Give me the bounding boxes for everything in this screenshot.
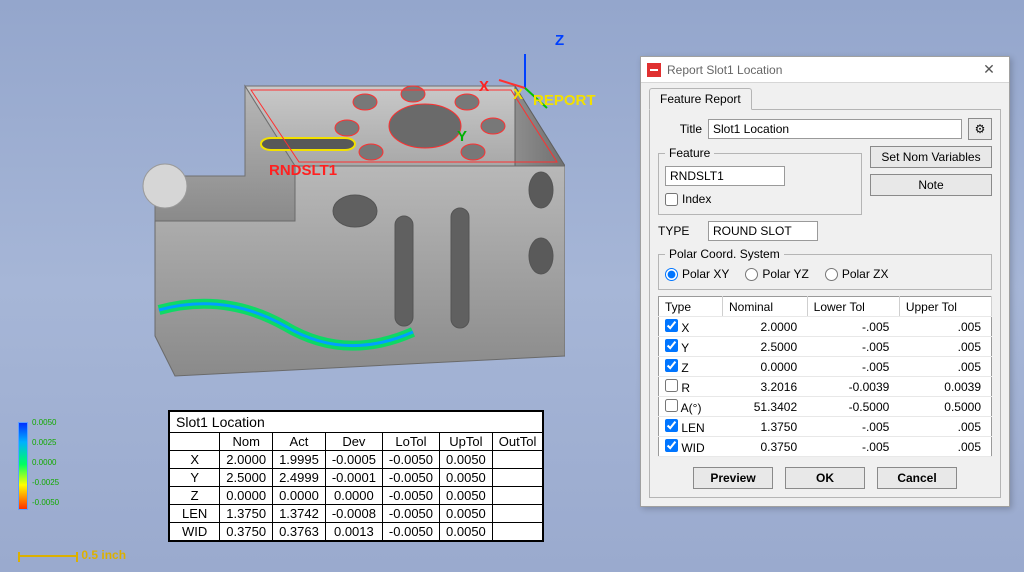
note-button[interactable]: Note xyxy=(870,174,992,196)
scale-label: 0.5 inch xyxy=(81,548,126,562)
polar-xy-label: Polar XY xyxy=(682,267,729,281)
tol-col-header: Lower Tol xyxy=(807,297,899,317)
table-row[interactable]: Z0.0000-.005.005 xyxy=(659,357,992,377)
table-row[interactable]: R3.2016-0.00390.0039 xyxy=(659,377,992,397)
cancel-button[interactable]: Cancel xyxy=(877,467,957,489)
report-dialog[interactable]: Report Slot1 Location ✕ Feature Report T… xyxy=(640,56,1010,507)
result-table: Slot1 Location NomActDevLoTolUpTolOutTol… xyxy=(168,410,544,542)
polar-yz-radio[interactable] xyxy=(745,268,758,281)
table-row[interactable]: WID0.3750-.005.005 xyxy=(659,437,992,457)
gear-button[interactable]: ⚙ xyxy=(968,118,992,140)
tol-col-header: Type xyxy=(659,297,723,317)
index-label: Index xyxy=(682,192,711,206)
gear-icon: ⚙ xyxy=(975,122,986,136)
result-col-header: Act xyxy=(273,433,326,451)
tol-row-checkbox[interactable] xyxy=(665,339,678,352)
polar-zx-label: Polar ZX xyxy=(842,267,889,281)
table-row[interactable]: Y2.5000-.005.005 xyxy=(659,337,992,357)
report-label: REPORT xyxy=(533,92,596,109)
feature-label-3d: RNDSLT1 xyxy=(269,162,337,179)
feature-input[interactable] xyxy=(665,166,785,186)
polar-yz-label: Polar YZ xyxy=(762,267,808,281)
tab-feature-report[interactable]: Feature Report xyxy=(649,88,752,110)
table-row[interactable]: A(°)51.3402-0.50000.5000 xyxy=(659,397,992,417)
feature-fieldset: Feature Index xyxy=(658,146,862,215)
preview-button[interactable]: Preview xyxy=(693,467,773,489)
polar-legend: Polar Coord. System xyxy=(665,247,784,261)
feature-legend: Feature xyxy=(665,146,714,160)
type-input[interactable] xyxy=(708,221,818,241)
polar-fieldset: Polar Coord. System Polar XY Polar YZ Po… xyxy=(658,247,992,290)
close-icon[interactable]: ✕ xyxy=(975,61,1003,78)
index-checkbox[interactable] xyxy=(665,193,678,206)
result-col-header: Dev xyxy=(325,433,382,451)
table-row: X2.00001.9995-0.0005-0.00500.0050 xyxy=(170,451,543,469)
part-3d: Z X X REPORT Y RNDSLT1 xyxy=(95,36,565,436)
tol-row-checkbox[interactable] xyxy=(665,319,678,332)
legend-tick: -0.0050 xyxy=(32,498,59,507)
set-nom-button[interactable]: Set Nom Variables xyxy=(870,146,992,168)
result-col-header: UpTol xyxy=(440,433,493,451)
legend-tick: 0.0050 xyxy=(32,418,56,427)
tol-row-checkbox[interactable] xyxy=(665,439,678,452)
type-label: TYPE xyxy=(658,224,702,238)
legend-tick: 0.0025 xyxy=(32,438,56,447)
tol-row-checkbox[interactable] xyxy=(665,399,678,412)
result-col-header: Nom xyxy=(220,433,273,451)
result-col-header: OutTol xyxy=(492,433,543,451)
axis-x2-label: X xyxy=(513,86,523,103)
table-row: WID0.37500.37630.0013-0.00500.0050 xyxy=(170,523,543,541)
result-table-title: Slot1 Location xyxy=(170,412,543,433)
polar-xy-radio[interactable] xyxy=(665,268,678,281)
table-row: Z0.00000.00000.0000-0.00500.0050 xyxy=(170,487,543,505)
result-col-header: LoTol xyxy=(382,433,439,451)
tolerance-table[interactable]: TypeNominalLower TolUpper Tol X2.0000-.0… xyxy=(658,296,992,457)
legend-tick: -0.0025 xyxy=(32,478,59,487)
result-col-header xyxy=(170,433,220,451)
table-row[interactable]: LEN1.3750-.005.005 xyxy=(659,417,992,437)
table-row: LEN1.37501.3742-0.0008-0.00500.0050 xyxy=(170,505,543,523)
app-icon xyxy=(647,63,661,77)
scale-bar: 0.5 inch xyxy=(18,548,126,562)
polar-zx-radio[interactable] xyxy=(825,268,838,281)
tol-col-header: Nominal xyxy=(723,297,808,317)
legend-tick: 0.0000 xyxy=(32,458,56,467)
axis-x-label: X xyxy=(479,78,489,95)
axis-y-label: Y xyxy=(457,128,467,145)
table-row: Y2.50002.4999-0.0001-0.00500.0050 xyxy=(170,469,543,487)
title-label: Title xyxy=(658,122,702,136)
dialog-title: Report Slot1 Location xyxy=(667,63,975,77)
tol-row-checkbox[interactable] xyxy=(665,359,678,372)
ok-button[interactable]: OK xyxy=(785,467,865,489)
dialog-titlebar[interactable]: Report Slot1 Location ✕ xyxy=(641,57,1009,83)
tol-row-checkbox[interactable] xyxy=(665,419,678,432)
axis-z-label: Z xyxy=(555,32,564,49)
tol-col-header: Upper Tol xyxy=(899,297,991,317)
table-row[interactable]: X2.0000-.005.005 xyxy=(659,317,992,337)
title-input[interactable] xyxy=(708,119,962,139)
tol-row-checkbox[interactable] xyxy=(665,379,678,392)
